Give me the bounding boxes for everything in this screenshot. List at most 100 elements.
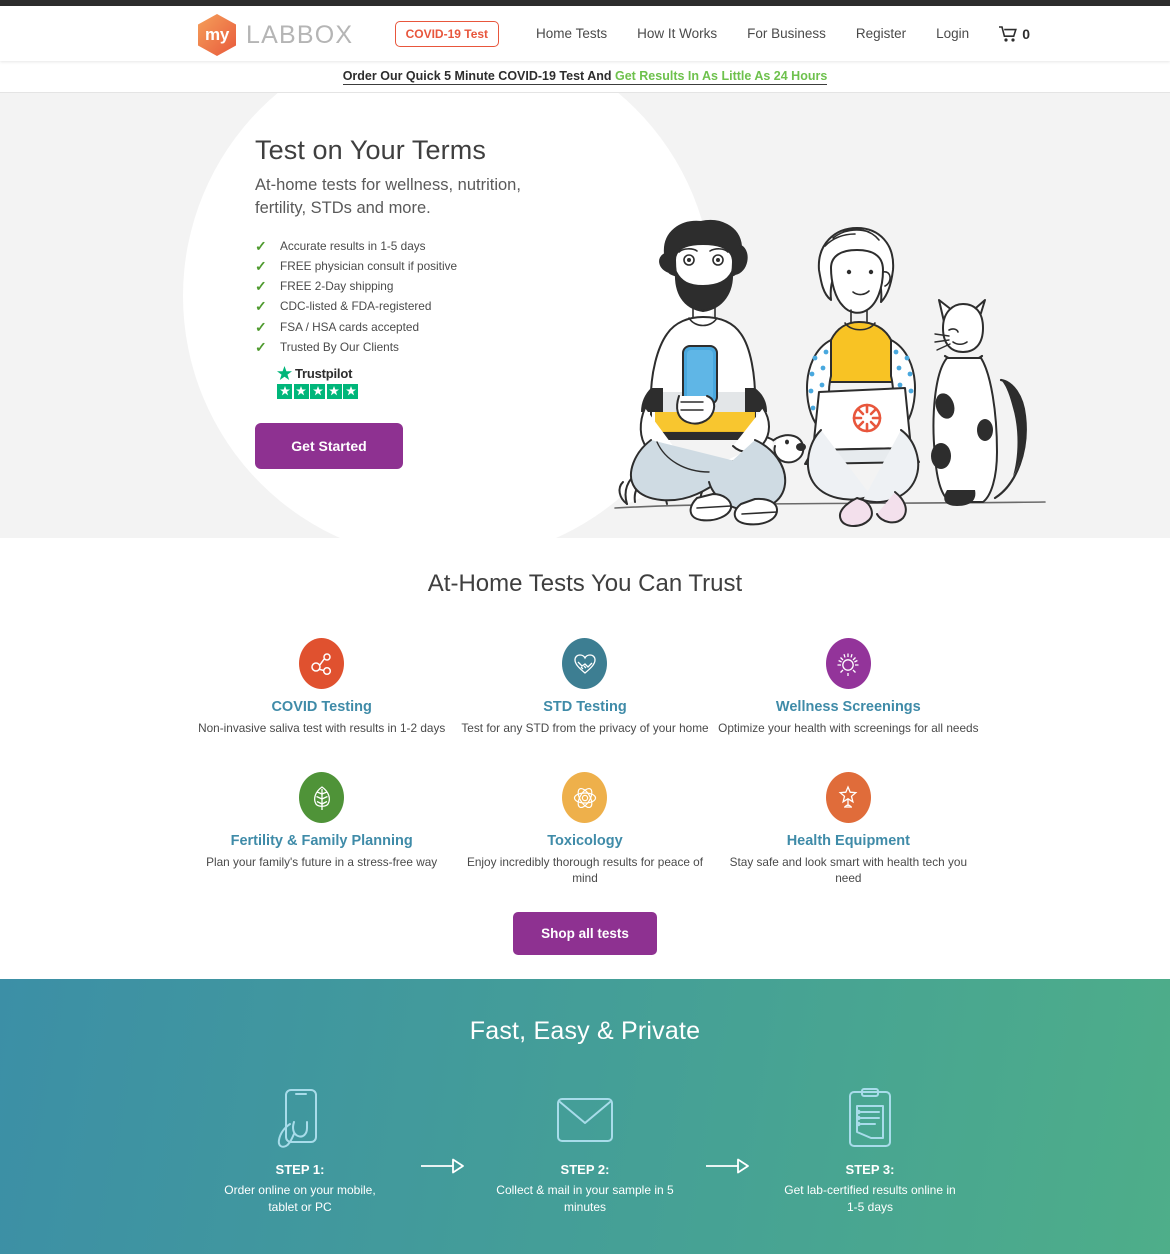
check-icon: ✓: [255, 258, 267, 275]
list-item: ✓ FSA / HSA cards accepted: [255, 320, 585, 334]
star-icon: [343, 383, 358, 399]
promo-banner: Order Our Quick 5 Minute COVID-19 Test A…: [0, 61, 1170, 93]
category-description: Optimize your health with screenings for…: [718, 721, 979, 735]
bullet-text: CDC-listed & FDA-registered: [280, 299, 432, 314]
step-description: Order online on your mobile, tablet or P…: [224, 1182, 376, 1214]
category-card-covid-testing[interactable]: COVID Testing Non-invasive saliva test w…: [190, 638, 453, 736]
nav-item-for-business[interactable]: For Business: [732, 26, 841, 41]
category-card-std-testing[interactable]: STD Testing Test for any STD from the pr…: [453, 638, 716, 736]
sun-icon: [825, 638, 871, 689]
category-name: Toxicology: [547, 833, 623, 850]
trustpilot-brand: Trustpilot: [277, 365, 361, 381]
bullet-text: Accurate results in 1-5 days: [280, 238, 426, 253]
category-grid: COVID Testing Non-invasive saliva test w…: [0, 638, 1170, 886]
promo-text-highlight: Get Results In As Little As 24 Hours: [614, 68, 828, 83]
category-description: Enjoy incredibly thorough results for pe…: [466, 855, 704, 885]
promo-text-plain: Order Our Quick 5 Minute COVID-19 Test A…: [342, 68, 615, 83]
star-icon: [310, 383, 325, 399]
hero-title: Test on Your Terms: [255, 135, 486, 165]
star-icon: [326, 383, 342, 399]
check-icon: ✓: [255, 318, 267, 335]
hero-section: Test on Your Terms At-home tests for wel…: [0, 93, 1170, 538]
shop-all-tests-wrapper: Shop all tests: [0, 911, 1170, 955]
shop-all-tests-button[interactable]: Shop all tests: [513, 911, 657, 955]
nav-item-home-tests[interactable]: Home Tests: [521, 26, 622, 41]
step-description: Collect & mail in your sample in 5 minut…: [496, 1182, 674, 1214]
step-description: Get lab-certified results online in 1-5 …: [784, 1182, 956, 1214]
category-card-wellness-screenings[interactable]: Wellness Screenings Optimize your health…: [717, 638, 980, 736]
bullet-text: FSA / HSA cards accepted: [280, 319, 420, 334]
category-name: Fertility & Family Planning: [230, 833, 413, 850]
people-with-devices-and-pets-illustration: [605, 216, 1055, 538]
arrow-right-icon: [403, 1088, 483, 1174]
star-icon: [293, 383, 309, 399]
category-card-health-equipment[interactable]: Health Equipment Stay safe and look smar…: [717, 772, 980, 886]
promo-link[interactable]: Order Our Quick 5 Minute COVID-19 Test A…: [342, 68, 828, 85]
step-label: STEP 2:: [560, 1161, 610, 1177]
trustpilot-rating-stars: [277, 383, 361, 399]
hexagon-logo-icon: my: [196, 13, 238, 57]
handshake-heart-icon: [562, 638, 608, 689]
step-1: STEP 1: Order online on your mobile, tab…: [198, 1088, 403, 1215]
how-it-works-section: Fast, Easy & Private STEP 1: Order onlin…: [0, 978, 1170, 1254]
step-2: STEP 2: Collect & mail in your sample in…: [483, 1088, 688, 1215]
category-description: Test for any STD from the privacy of you…: [461, 721, 709, 735]
page-root: my LABBOX COVID-19 Test Home Tests How I…: [0, 0, 1170, 1254]
check-icon: ✓: [255, 278, 267, 295]
category-description: Plan your family's future in a stress-fr…: [206, 855, 438, 870]
shopping-cart-icon: [999, 25, 1018, 42]
logo-wordmark: LABBOX: [246, 20, 354, 49]
list-item: ✓ Accurate results in 1-5 days: [255, 239, 585, 253]
category-name: Wellness Screenings: [775, 699, 921, 715]
leaf-icon: [299, 772, 345, 824]
category-card-toxicology[interactable]: Toxicology Enjoy incredibly thorough res…: [453, 772, 716, 886]
arrow-right-icon: [688, 1088, 768, 1174]
category-name: Health Equipment: [786, 833, 910, 850]
thermometer-star-icon: [825, 772, 871, 824]
hero-content: Test on Your Terms At-home tests for wel…: [255, 135, 585, 469]
nav-item-covid-19-test[interactable]: COVID-19 Test: [394, 20, 500, 47]
molecule-icon: [299, 638, 345, 689]
hero-benefit-list: ✓ Accurate results in 1-5 days ✓ FREE phys…: [255, 239, 585, 354]
trustpilot-widget[interactable]: Trustpilot: [277, 365, 361, 399]
clipboard-results-icon: [768, 1087, 973, 1150]
bullet-text: FREE 2-Day shipping: [280, 279, 394, 294]
star-icon: [277, 383, 292, 399]
category-description: Stay safe and look smart with health tec…: [729, 855, 968, 885]
trustpilot-label: Trustpilot: [295, 365, 353, 381]
steps-row: STEP 1: Order online on your mobile, tab…: [0, 1087, 1170, 1215]
check-icon: ✓: [255, 237, 267, 254]
get-started-button[interactable]: Get Started: [255, 422, 403, 469]
nav-item-login[interactable]: Login: [921, 26, 984, 41]
list-item: ✓ FREE physician consult if positive: [255, 259, 585, 273]
step-label: STEP 1:: [275, 1161, 325, 1177]
logo[interactable]: my LABBOX: [196, 13, 353, 57]
check-icon: ✓: [255, 338, 267, 355]
phone-tap-icon: [198, 1088, 403, 1150]
section-title-trust: At-Home Tests You Can Trust: [427, 570, 743, 597]
step-3: STEP 3: Get lab-certified results online…: [768, 1087, 973, 1215]
category-name: STD Testing: [543, 699, 627, 715]
main-navigation: COVID-19 Test Home Tests How It Works Fo…: [394, 6, 1030, 61]
nav-item-how-it-works[interactable]: How It Works: [622, 26, 732, 41]
list-item: ✓ CDC-listed & FDA-registered: [255, 299, 585, 313]
cart-count: 0: [1022, 25, 1030, 42]
trust-section: At-Home Tests You Can Trust COVID Testin…: [0, 538, 1170, 979]
list-item: ✓ Trusted By Our Clients: [255, 340, 585, 354]
trustpilot-star-icon: [277, 365, 292, 380]
list-item: ✓ FREE 2-Day shipping: [255, 279, 585, 293]
hero-subtitle: At-home tests for wellness, nutrition, f…: [255, 176, 521, 218]
category-description: Non-invasive saliva test with results in…: [198, 721, 446, 735]
logo-badge-text: my: [205, 25, 229, 44]
category-name: COVID Testing: [271, 699, 372, 715]
check-icon: ✓: [255, 298, 267, 315]
category-card-fertility-family-planning[interactable]: Fertility & Family Planning Plan your fa…: [190, 772, 453, 886]
section-title-fast-easy-private: Fast, Easy & Private: [469, 1016, 701, 1045]
envelope-icon: [483, 1088, 688, 1150]
bullet-text: Trusted By Our Clients: [280, 339, 399, 354]
cart-button[interactable]: 0: [984, 26, 1030, 42]
bullet-text: FREE physician consult if positive: [280, 259, 458, 274]
nav-item-register[interactable]: Register: [841, 26, 921, 41]
atom-icon: [562, 772, 608, 824]
step-label: STEP 3:: [845, 1161, 895, 1177]
